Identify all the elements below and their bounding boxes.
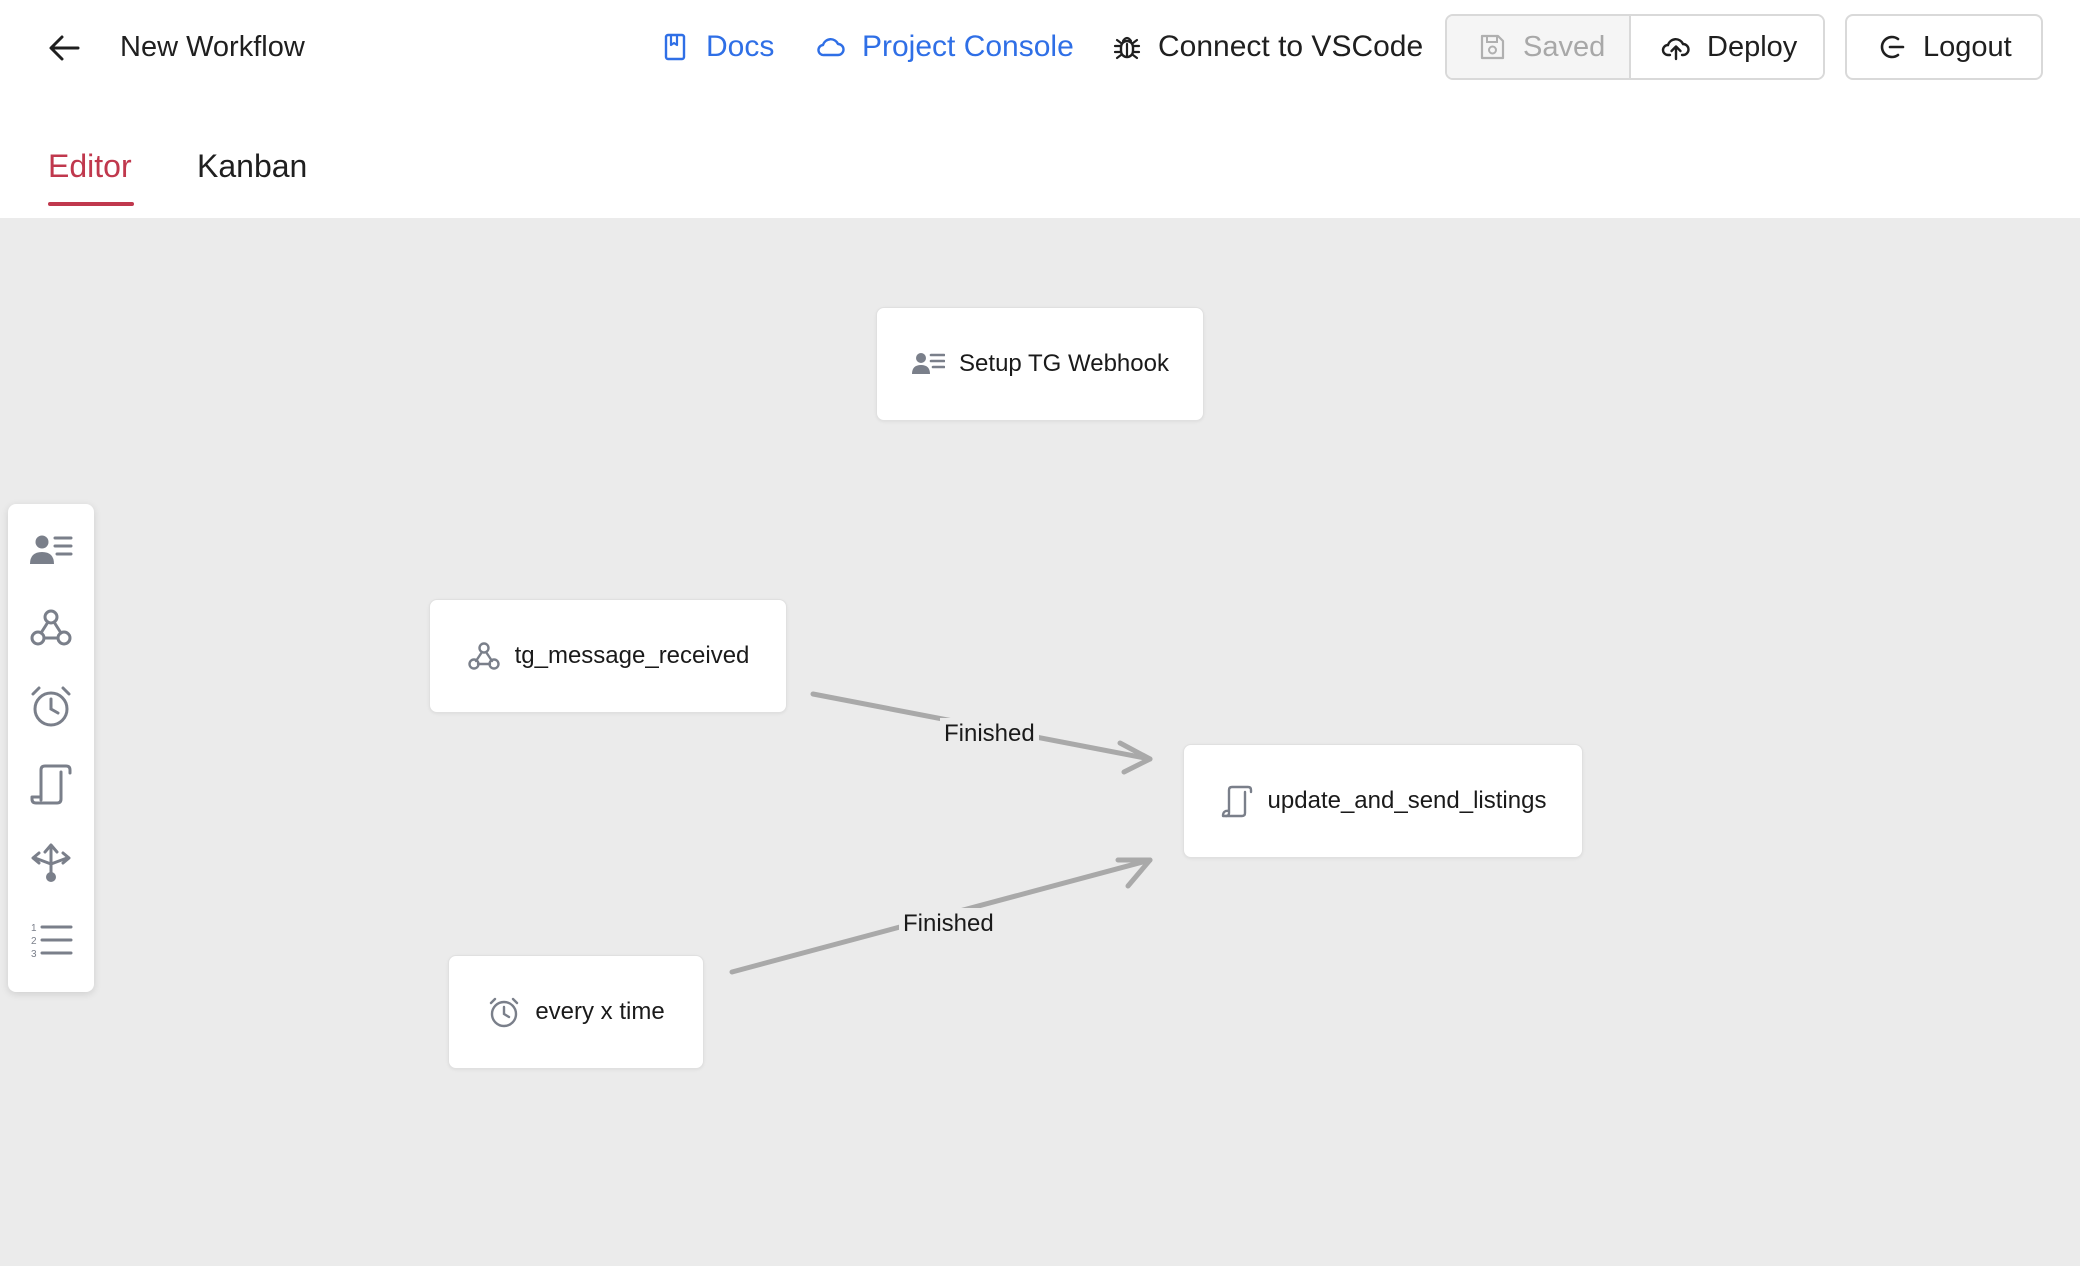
- docs-link-label: Docs: [706, 30, 775, 63]
- svg-text:1: 1: [31, 923, 37, 934]
- webhook-icon: [467, 639, 501, 673]
- node-label: tg_message_received: [514, 642, 750, 669]
- bug-icon: [1112, 32, 1142, 62]
- docs-link[interactable]: Docs: [660, 26, 774, 68]
- script-icon[interactable]: [29, 762, 73, 806]
- back-arrow-icon[interactable]: [44, 28, 84, 68]
- logout-button-label: Logout: [1923, 30, 2012, 63]
- active-tab-indicator: [48, 202, 134, 206]
- node-every-x-time[interactable]: every x time: [448, 955, 704, 1069]
- top-bar: New Workflow Docs Project Console Connec…: [0, 0, 2080, 94]
- view-tabs: Editor Kanban: [0, 94, 2080, 218]
- save-deploy-group: Saved Deploy: [1445, 14, 1825, 80]
- node-label: update_and_send_listings: [1267, 787, 1547, 814]
- workflow-canvas[interactable]: Finished Finished Setup TG Webhook tg_me…: [0, 218, 2080, 1266]
- svg-text:3: 3: [31, 949, 37, 960]
- edge-label-tg-to-update: Finished: [940, 718, 1039, 750]
- svg-text:2: 2: [31, 936, 37, 947]
- clock-icon[interactable]: [29, 684, 73, 728]
- script-icon: [1220, 784, 1254, 818]
- logout-button[interactable]: Logout: [1845, 14, 2043, 80]
- user-list-icon[interactable]: [29, 528, 73, 572]
- node-palette: 1 2 3: [8, 504, 94, 992]
- tab-editor[interactable]: Editor: [48, 146, 132, 186]
- save-icon: [1477, 32, 1507, 62]
- cloud-icon: [816, 32, 846, 62]
- connect-vscode-label: Connect to VSCode: [1158, 30, 1424, 63]
- deploy-button-label: Deploy: [1707, 30, 1798, 63]
- cloud-upload-icon: [1661, 32, 1691, 62]
- connect-vscode-link[interactable]: Connect to VSCode: [1112, 26, 1423, 68]
- user-list-icon: [911, 347, 946, 381]
- node-tg-message-received[interactable]: tg_message_received: [429, 599, 787, 713]
- project-console-link[interactable]: Project Console: [816, 26, 1074, 68]
- deploy-button[interactable]: Deploy: [1631, 16, 1823, 78]
- node-setup-tg-webhook[interactable]: Setup TG Webhook: [876, 307, 1204, 421]
- clock-icon: [487, 995, 521, 1029]
- edge-label-every-to-update: Finished: [899, 908, 998, 940]
- tab-kanban[interactable]: Kanban: [197, 146, 307, 186]
- webhook-icon[interactable]: [29, 606, 73, 650]
- numbered-list-icon[interactable]: 1 2 3: [29, 918, 73, 962]
- node-update-and-send-listings[interactable]: update_and_send_listings: [1183, 744, 1583, 858]
- node-label: Setup TG Webhook: [959, 350, 1169, 377]
- workflow-title: New Workflow: [120, 31, 305, 63]
- saved-button-label: Saved: [1523, 30, 1606, 63]
- project-console-label: Project Console: [862, 30, 1074, 63]
- split-arrows-icon[interactable]: [29, 840, 73, 884]
- node-label: every x time: [535, 998, 665, 1025]
- saved-button[interactable]: Saved: [1447, 16, 1631, 78]
- logout-icon: [1877, 32, 1907, 62]
- book-icon: [660, 32, 690, 62]
